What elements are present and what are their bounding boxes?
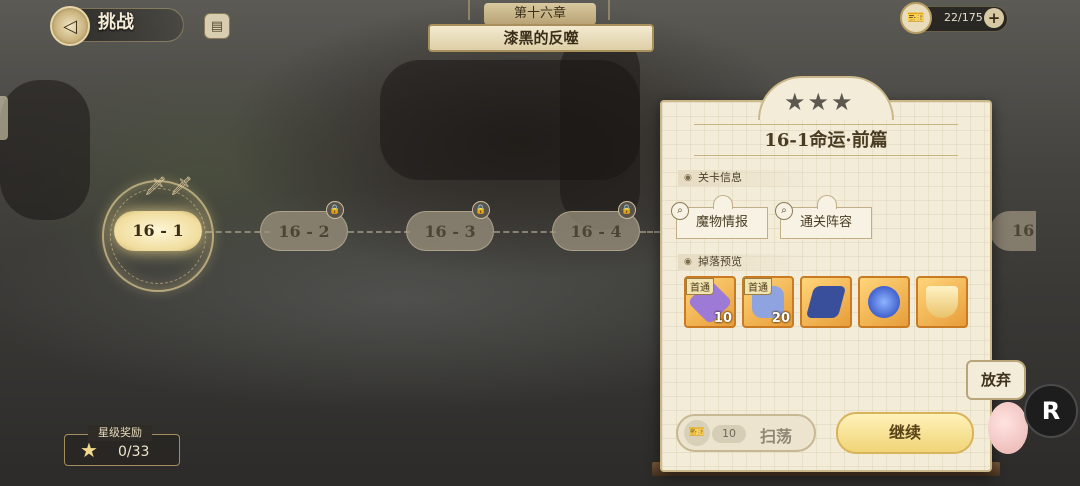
add-stamina-button[interactable]: + [984, 8, 1004, 28]
stamina-ticket-icon: 🎫 [900, 2, 932, 34]
left-edge-tab[interactable] [0, 96, 8, 140]
button-peak [817, 195, 837, 209]
stage-node-next[interactable]: 16 [990, 211, 1036, 251]
star-icon: ★ [80, 438, 98, 462]
section-drop-preview-label: 掉落预览 [698, 255, 742, 268]
r-logo-button[interactable]: R [1024, 384, 1078, 438]
chain-left [468, 0, 470, 20]
clear-lineup-label: 通关阵容 [799, 215, 852, 230]
drop-quantity: 10 [713, 311, 732, 326]
tree-trunk [0, 80, 90, 220]
drop-item[interactable] [858, 276, 910, 328]
sweep-label: 扫荡 [760, 427, 793, 446]
page-title: 挑战 [98, 12, 134, 33]
lock-icon: 🔒 [326, 201, 344, 219]
mascot-avatar [988, 402, 1028, 454]
star-reward-count: 0/33 [118, 444, 150, 460]
shield-book-icon [805, 286, 847, 318]
tree-trunk [560, 30, 640, 230]
document-button[interactable]: ▤ [204, 13, 230, 39]
shield-icon [926, 286, 958, 318]
stage-stars-icon: ★★★ [784, 88, 855, 116]
path-line [494, 231, 556, 233]
eye-icon: ◉ [684, 173, 692, 183]
section-stage-info-label: 关卡信息 [698, 171, 742, 184]
chapter-name: 漆黑的反噬 [428, 24, 654, 52]
stamina-value: 22/175 [944, 11, 983, 24]
orb-icon [868, 286, 900, 318]
monster-info-button[interactable]: ⌕ 魔物情报 [671, 195, 768, 239]
first-clear-tag: 首通 [686, 278, 714, 295]
crossed-swords-icon: 🗡🗡 [144, 176, 196, 197]
first-clear-tag: 首通 [744, 278, 772, 295]
path-line [640, 231, 660, 233]
eye-icon: ◉ [684, 257, 692, 267]
drop-item[interactable] [916, 276, 968, 328]
magnifier-icon: ⌕ [671, 202, 689, 220]
drop-item[interactable]: 首通 10 [684, 276, 736, 328]
ticket-icon: 🎫 [684, 420, 710, 446]
chain-right [608, 0, 610, 20]
drop-item[interactable] [800, 276, 852, 328]
path-line [348, 231, 410, 233]
stage-title: 16-1命运·前篇 [694, 124, 958, 156]
back-button[interactable]: ◁ [50, 6, 90, 46]
chapter-label: 第十六章 [484, 3, 596, 25]
magnifier-icon: ⌕ [775, 202, 793, 220]
back-icon: ◁ [63, 15, 77, 37]
drop-item[interactable]: 首通 20 [742, 276, 794, 328]
quit-button[interactable]: 放弃 [966, 360, 1026, 400]
drop-quantity: 20 [771, 311, 790, 326]
lock-icon: 🔒 [618, 201, 636, 219]
section-stage-info: ◉ 关卡信息 [678, 170, 814, 186]
clear-lineup-button[interactable]: ⌕ 通关阵容 [775, 195, 872, 239]
stage-node-16-1[interactable]: 16 - 1 [114, 211, 202, 251]
sweep-cost: 10 [712, 425, 746, 443]
document-icon: ▤ [210, 18, 224, 34]
lock-icon: 🔒 [472, 201, 490, 219]
section-drop-preview: ◉ 掉落预览 [678, 254, 814, 270]
button-peak [713, 195, 733, 209]
monster-info-label: 魔物情报 [695, 215, 748, 230]
continue-button[interactable]: 继续 [836, 412, 974, 454]
